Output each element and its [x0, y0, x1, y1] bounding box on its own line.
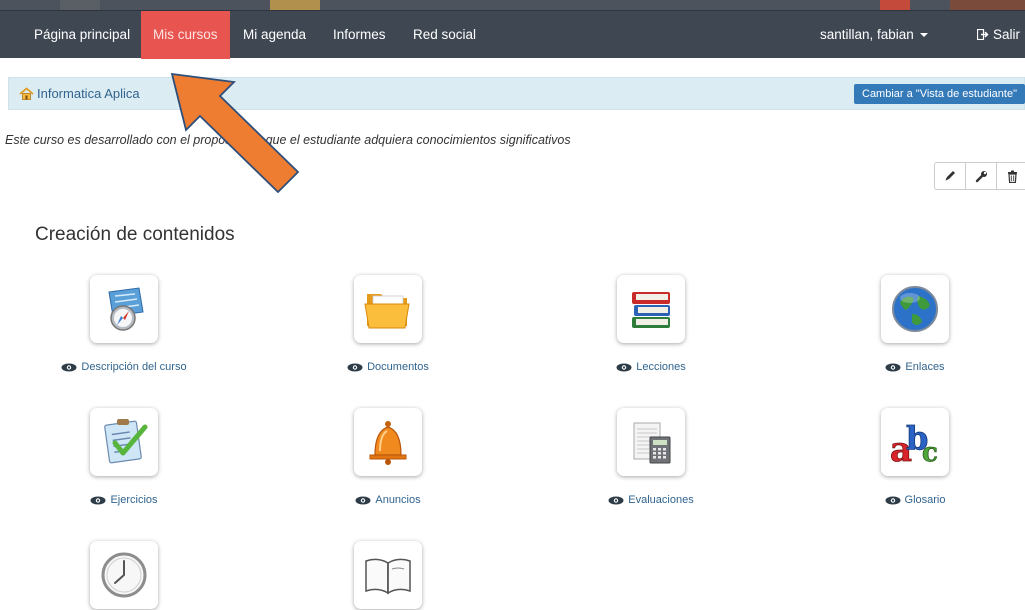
tool-announcements[interactable]: Anuncios: [288, 408, 488, 506]
eye-icon: [608, 496, 624, 505]
compass-map-icon: [108, 287, 144, 331]
tool-icon-box[interactable]: [617, 275, 685, 343]
tool-link[interactable]: Glosario: [815, 494, 1015, 506]
tool-label: Documentos: [367, 361, 429, 373]
nav-social-network[interactable]: Red social: [401, 11, 488, 59]
logout-icon: [976, 28, 989, 41]
eye-icon: [61, 363, 77, 372]
eye-icon: [355, 496, 371, 505]
nav-my-agenda[interactable]: Mi agenda: [231, 11, 318, 59]
home-icon: [19, 87, 34, 100]
open-book-icon: [365, 558, 411, 595]
chevron-down-icon: [919, 33, 928, 38]
tool-course-description[interactable]: Descripción del curso: [24, 275, 224, 373]
tool-glossary[interactable]: a b c Glosario: [815, 408, 1015, 506]
svg-text:c: c: [922, 438, 938, 467]
globe-icon: [892, 286, 938, 332]
tool-link[interactable]: Evaluaciones: [551, 494, 751, 506]
tool-icon-box[interactable]: [354, 541, 422, 609]
tool-link[interactable]: Documentos: [288, 361, 488, 373]
tool-icon-box[interactable]: [617, 408, 685, 476]
checklist-icon: [104, 419, 148, 464]
tool-label: Evaluaciones: [628, 494, 694, 506]
tool-icon-box[interactable]: [354, 408, 422, 476]
clock-icon: [101, 552, 147, 598]
tool-label: Lecciones: [636, 361, 686, 373]
settings-button[interactable]: [966, 163, 997, 189]
eye-icon: [347, 363, 363, 372]
tool-label: Descripción del curso: [81, 361, 187, 373]
user-menu[interactable]: santillan, fabian: [820, 11, 928, 59]
eye-icon: [616, 363, 632, 372]
edit-button[interactable]: [935, 163, 966, 189]
eye-icon: [885, 496, 901, 505]
logout-button[interactable]: Salir: [976, 11, 1021, 59]
tool-icon-box[interactable]: [881, 275, 949, 343]
breadcrumb-course-label: Informatica Aplica: [37, 86, 140, 101]
tool-link[interactable]: Enlaces: [815, 361, 1015, 373]
tool-icon-box[interactable]: [90, 408, 158, 476]
delete-button[interactable]: [997, 163, 1025, 189]
tool-label: Glosario: [904, 494, 946, 506]
eye-icon: [885, 363, 901, 372]
calculator-icon: [633, 422, 671, 464]
logout-label: Salir: [993, 27, 1021, 42]
tool-clock[interactable]: [24, 541, 224, 609]
main-navbar: Página principal Mis cursos Mi agenda In…: [0, 10, 1025, 59]
tool-exercises[interactable]: Ejercicios: [24, 408, 224, 506]
wrench-icon: [975, 170, 987, 182]
nav-reports[interactable]: Informes: [321, 11, 398, 59]
tool-link[interactable]: Ejercicios: [24, 494, 224, 506]
trash-icon: [1007, 170, 1017, 183]
tool-lessons[interactable]: Lecciones: [551, 275, 751, 373]
course-admin-toolbar: [934, 162, 1025, 190]
section-title: Creación de contenidos: [35, 224, 235, 245]
pencil-icon: [945, 171, 955, 181]
tool-link[interactable]: Lecciones: [551, 361, 751, 373]
tool-links[interactable]: Enlaces: [815, 275, 1015, 373]
tool-book[interactable]: [288, 541, 488, 609]
user-name: santillan, fabian: [820, 27, 914, 42]
folder-icon: [364, 294, 410, 329]
tool-icon-box[interactable]: [90, 541, 158, 609]
student-view-button[interactable]: Cambiar a "Vista de estudiante": [854, 84, 1025, 104]
tool-link[interactable]: Anuncios: [288, 494, 488, 506]
books-icon: [632, 292, 670, 328]
bell-icon: [369, 421, 407, 465]
tool-documents[interactable]: Documentos: [288, 275, 488, 373]
nav-home[interactable]: Página principal: [22, 11, 142, 59]
annotation-arrow-icon: [170, 72, 300, 194]
tool-icon-box[interactable]: [90, 275, 158, 343]
tool-label: Ejercicios: [110, 494, 158, 506]
eye-icon: [90, 496, 106, 505]
tool-icon-box[interactable]: a b c: [881, 408, 949, 476]
abc-icon: a b c: [890, 419, 939, 467]
breadcrumb-course-link[interactable]: Informatica Aplica: [19, 78, 140, 109]
tool-assessments[interactable]: Evaluaciones: [551, 408, 751, 506]
tool-label: Anuncios: [375, 494, 421, 506]
nav-my-courses[interactable]: Mis cursos: [141, 11, 230, 59]
tool-label: Enlaces: [905, 361, 945, 373]
tool-link[interactable]: Descripción del curso: [24, 361, 224, 373]
tool-icon-box[interactable]: [354, 275, 422, 343]
